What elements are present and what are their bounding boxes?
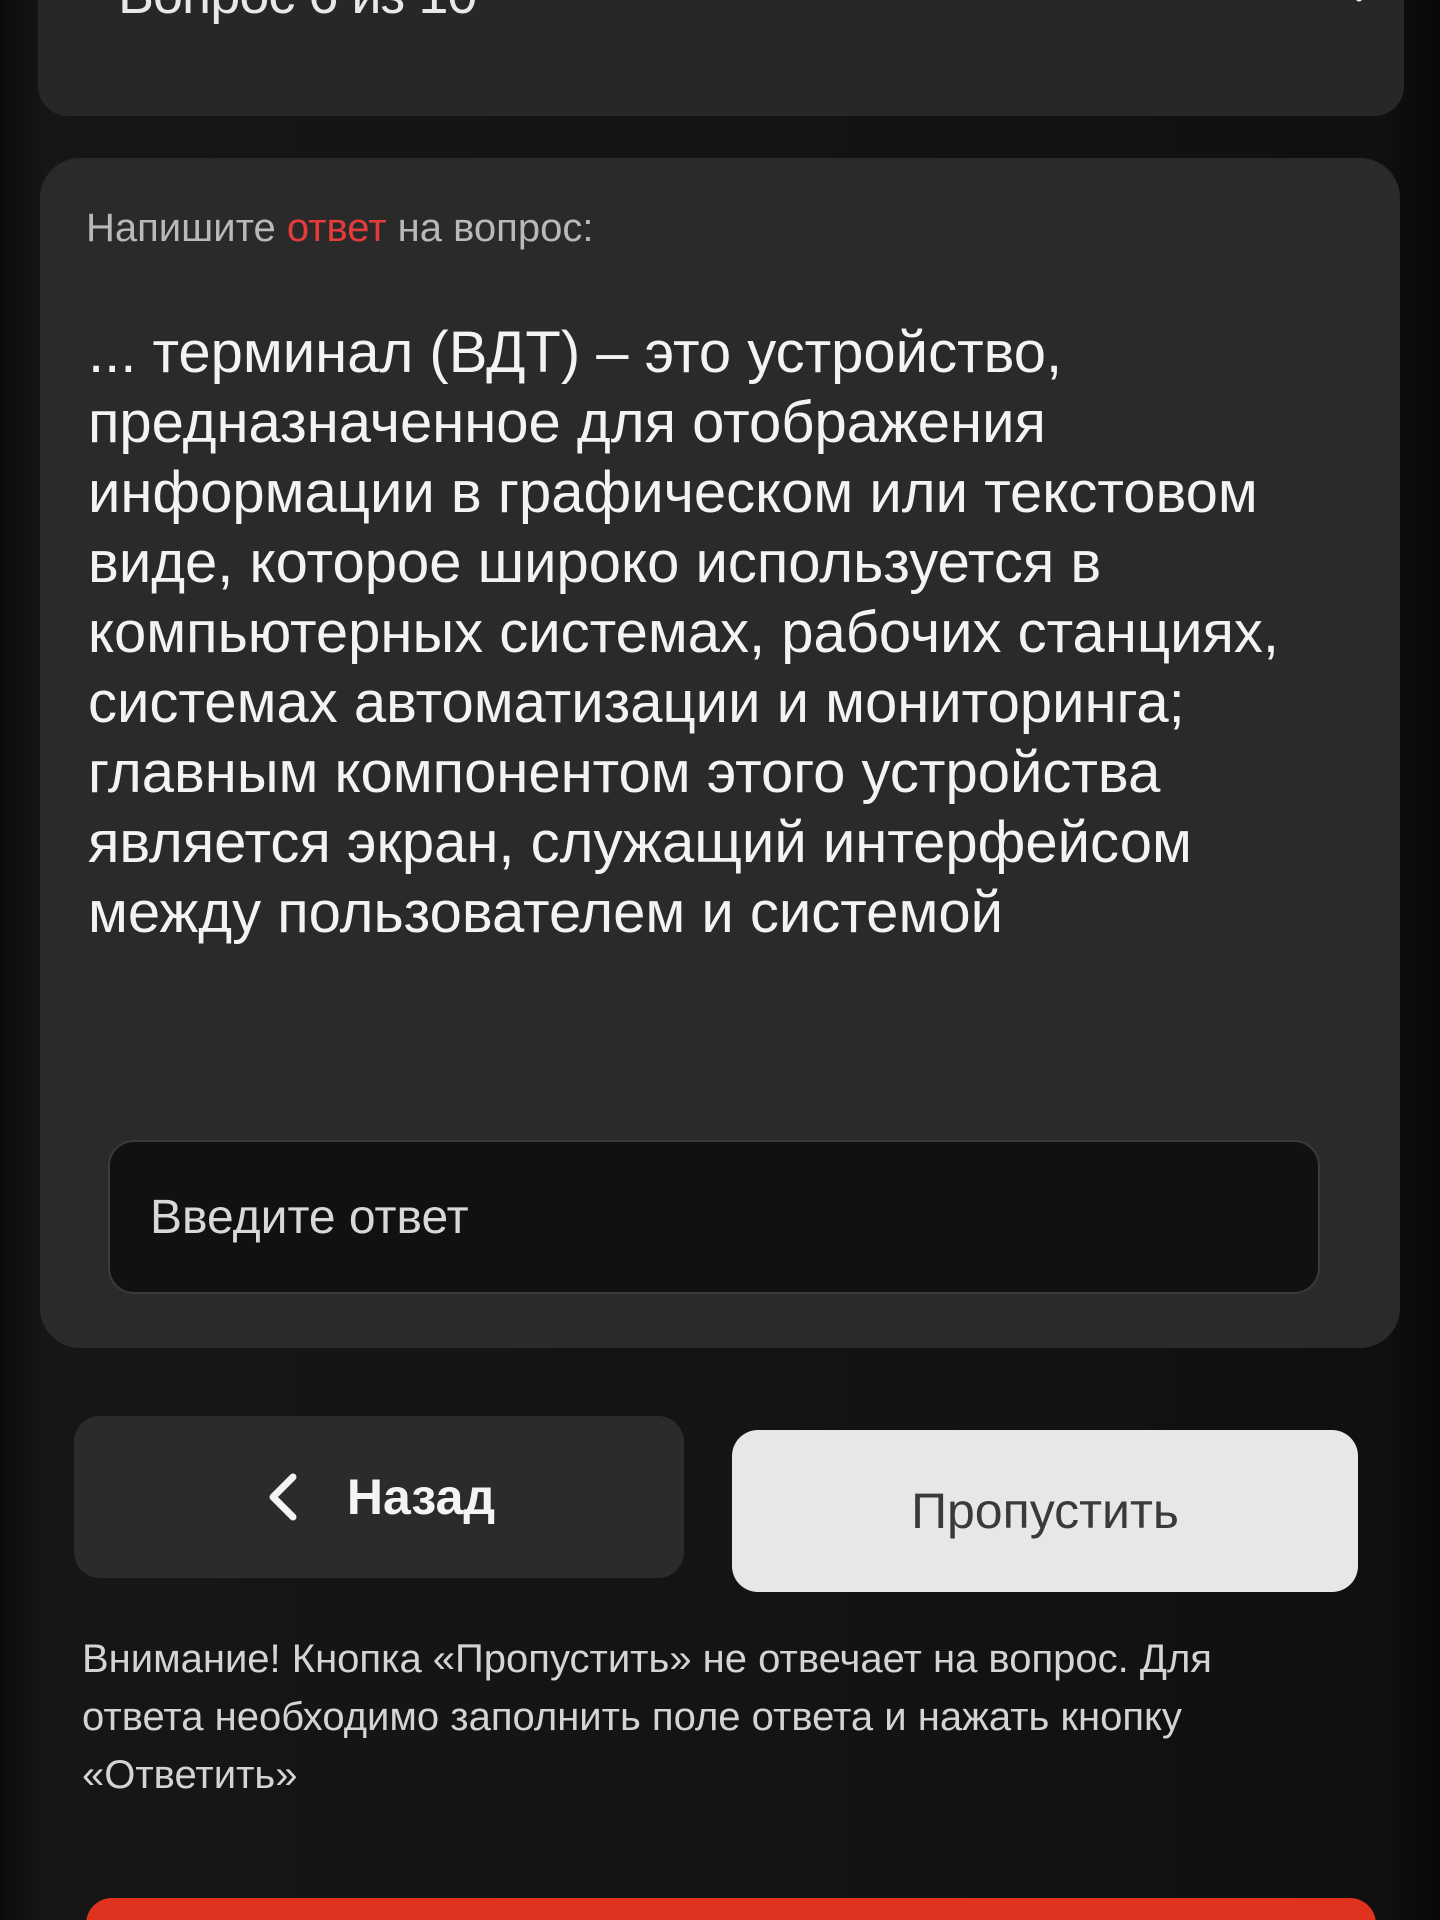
skip-button-label: Пропустить [911,1483,1179,1539]
skip-button[interactable]: Пропустить [732,1430,1358,1592]
prompt-text-start: Напишите [86,206,276,250]
prompt-accent-word: ответ [286,206,387,250]
back-button[interactable]: Назад [74,1416,684,1578]
question-counter: Вопрос 6 из 10 [118,0,477,26]
question-text: ... терминал (ВДТ) – это устройство, пре… [88,320,1279,945]
back-button-label: Назад [346,1469,496,1525]
answer-input[interactable] [108,1140,1320,1294]
skip-warning-notice: Внимание! Кнопка «Пропустить» не отвечае… [82,1637,1212,1797]
chevron-left-icon [269,1473,297,1521]
prompt-text-end: на вопрос: [397,206,594,250]
answer-submit-button[interactable] [86,1898,1376,1920]
question-header[interactable]: Вопрос 6 из 10 [38,0,1404,116]
question-prompt: Напишите ответ на вопрос: [86,206,593,251]
quiz-screen: Вопрос 6 из 10 Напишите ответ на вопрос:… [0,0,1440,1920]
chevron-down-icon[interactable] [1328,0,1390,10]
